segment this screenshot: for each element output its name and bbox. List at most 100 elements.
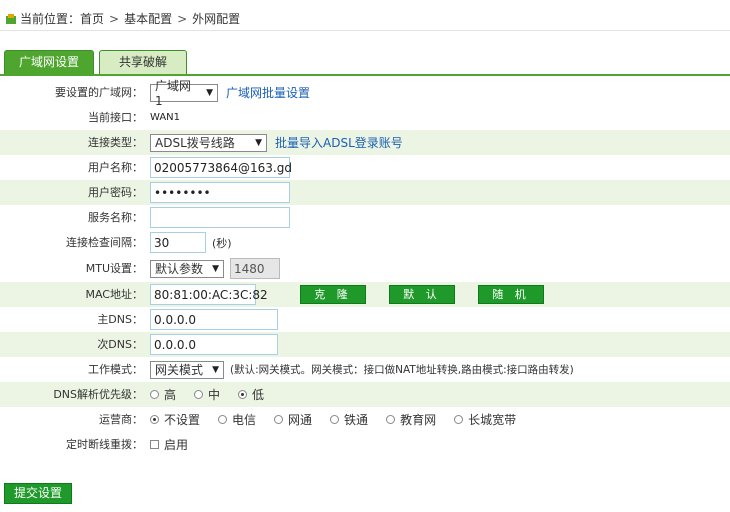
dns2-input[interactable]: 0.0.0.0 — [150, 334, 278, 355]
row-conn-type: 连接类型： ADSL拨号线路 ▼ 批量导入ADSL登录账号 — [0, 130, 730, 155]
row-interval: 连接检查间隔： 30 (秒) — [0, 230, 730, 255]
row-wan-select: 要设置的广域网： 广域网1 ▼ 广域网批量设置 — [0, 79, 730, 108]
radio-label: 低 — [252, 388, 265, 402]
label-dns1: 主DNS： — [97, 313, 143, 326]
row-dns-priority: DNS解析优先级： 高 中 低 — [0, 382, 730, 407]
label-interval: 连接检查间隔： — [66, 236, 143, 249]
mode-select[interactable]: 网关模式 ▼ — [150, 360, 224, 379]
row-mtu: MTU设置： 默认参数 ▼ 1480 — [0, 256, 730, 281]
random-button[interactable]: 随 机 — [478, 285, 544, 304]
conn-type-value: ADSL拨号线路 — [155, 136, 235, 150]
interval-input[interactable]: 30 — [150, 232, 206, 253]
mtu-select[interactable]: 默认参数 ▼ — [150, 259, 224, 278]
radio-label: 高 — [164, 388, 177, 402]
radio-checked-icon — [238, 390, 248, 399]
label-conn-type: 连接类型： — [88, 136, 143, 149]
isp-education[interactable]: 教育网 — [386, 411, 436, 428]
label-dns2: 次DNS： — [97, 338, 143, 351]
radio-label: 电信 — [232, 413, 257, 427]
breadcrumb-home[interactable]: 首页 — [80, 10, 104, 27]
dns-priority-low[interactable]: 低 — [238, 386, 264, 403]
password-input[interactable]: •••••••• — [150, 182, 290, 203]
isp-none[interactable]: 不设置 — [150, 411, 200, 428]
chevron-down-icon: ▼ — [212, 364, 219, 375]
label-mode: 工作模式： — [88, 363, 143, 376]
tab-bar: 广域网设置 共享破解 — [4, 50, 192, 75]
label-mtu: MTU设置： — [85, 262, 143, 275]
header-divider — [0, 30, 730, 31]
wan-select[interactable]: 广域网1 ▼ — [150, 79, 218, 108]
interval-unit: (秒) — [212, 236, 232, 250]
breadcrumb-prefix: 当前位置： — [20, 12, 81, 26]
radio-icon — [150, 390, 159, 399]
radio-icon — [194, 390, 204, 399]
mtu-select-value: 默认参数 — [155, 262, 204, 276]
breadcrumb-separator: > — [109, 11, 120, 26]
radio-icon — [330, 415, 340, 424]
breadcrumb-basic-config[interactable]: 基本配置 — [124, 10, 172, 27]
mode-select-value: 网关模式 — [155, 363, 204, 377]
isp-greatwall[interactable]: 长城宽带 — [454, 411, 516, 428]
label-wan-select: 要设置的广域网： — [55, 86, 143, 99]
default-button[interactable]: 默 认 — [389, 285, 455, 304]
row-service: 服务名称： — [0, 205, 730, 230]
row-mac: MAC地址： 80:81:00:AC:3C:82 克 隆 默 认 随 机 — [0, 282, 730, 307]
wan-select-value: 广域网1 — [155, 79, 192, 108]
wan-batch-link[interactable]: 广域网批量设置 — [226, 84, 310, 101]
dns-priority-high[interactable]: 高 — [150, 386, 176, 403]
radio-icon — [218, 415, 228, 424]
row-username: 用户名称： 02005773864@163.gd — [0, 155, 730, 180]
radio-label: 铁通 — [344, 413, 369, 427]
tab-share-crack[interactable]: 共享破解 — [99, 50, 187, 74]
redial-checkbox[interactable] — [150, 440, 159, 449]
radio-checked-icon — [150, 415, 159, 424]
mode-note: (默认:网关模式。网关模式：接口做NAT地址转换,路由模式:接口路由转发) — [230, 364, 574, 376]
radio-icon — [454, 415, 464, 424]
chevron-down-icon: ▼ — [212, 263, 219, 274]
mac-input[interactable]: 80:81:00:AC:3C:82 — [150, 284, 268, 305]
row-mode: 工作模式： 网关模式 ▼ (默认:网关模式。网关模式：接口做NAT地址转换,路由… — [0, 357, 730, 382]
label-isp: 运营商： — [99, 413, 143, 426]
radio-label: 网通 — [288, 413, 313, 427]
import-adsl-link[interactable]: 批量导入ADSL登录账号 — [275, 134, 403, 151]
service-input[interactable] — [150, 207, 290, 228]
radio-label: 中 — [208, 388, 221, 402]
dns-priority-medium[interactable]: 中 — [194, 386, 220, 403]
label-service: 服务名称： — [88, 211, 143, 224]
isp-tietong[interactable]: 铁通 — [330, 411, 368, 428]
chevron-down-icon: ▼ — [206, 87, 213, 98]
username-input[interactable]: 02005773864@163.gd — [150, 157, 292, 178]
isp-telecom[interactable]: 电信 — [218, 411, 256, 428]
submit-button[interactable]: 提交设置 — [4, 483, 72, 504]
label-mac: MAC地址： — [85, 288, 143, 301]
row-dns2: 次DNS： 0.0.0.0 — [0, 332, 730, 357]
interface-value: WAN1 — [150, 112, 181, 123]
conn-type-select[interactable]: ADSL拨号线路 ▼ — [150, 133, 267, 152]
tab-wan-settings[interactable]: 广域网设置 — [4, 50, 94, 74]
dns1-input[interactable]: 0.0.0.0 — [150, 309, 278, 330]
mtu-input: 1480 — [230, 258, 280, 279]
tab-underline — [0, 74, 730, 76]
row-redial: 定时断线重拨： 启用 — [0, 432, 730, 457]
row-dns1: 主DNS： 0.0.0.0 — [0, 307, 730, 332]
radio-label: 教育网 — [400, 413, 437, 427]
radio-label: 不设置 — [164, 413, 201, 427]
label-password: 用户密码： — [88, 186, 143, 199]
label-redial: 定时断线重拨： — [66, 438, 143, 451]
breadcrumb-wan-config: 外网配置 — [192, 12, 241, 26]
row-isp: 运营商： 不设置 电信 网通 铁通 教育网 长城宽带 — [0, 407, 730, 432]
redial-label: 启用 — [164, 438, 189, 452]
radio-label: 长城宽带 — [468, 413, 517, 427]
label-dns-priority: DNS解析优先级： — [53, 388, 143, 401]
isp-netcom[interactable]: 网通 — [274, 411, 312, 428]
breadcrumb: 当前位置： 首页 > 基本配置 > 外网配置 — [6, 10, 240, 27]
radio-icon — [274, 415, 284, 424]
row-interface: 当前接口： WAN1 — [0, 105, 730, 130]
radio-icon — [386, 415, 396, 424]
clone-button[interactable]: 克 隆 — [300, 285, 366, 304]
chevron-down-icon: ▼ — [255, 137, 262, 148]
label-interface: 当前接口： — [88, 111, 143, 124]
location-icon — [6, 13, 16, 24]
row-password: 用户密码： •••••••• — [0, 180, 730, 205]
label-username: 用户名称： — [88, 161, 143, 174]
